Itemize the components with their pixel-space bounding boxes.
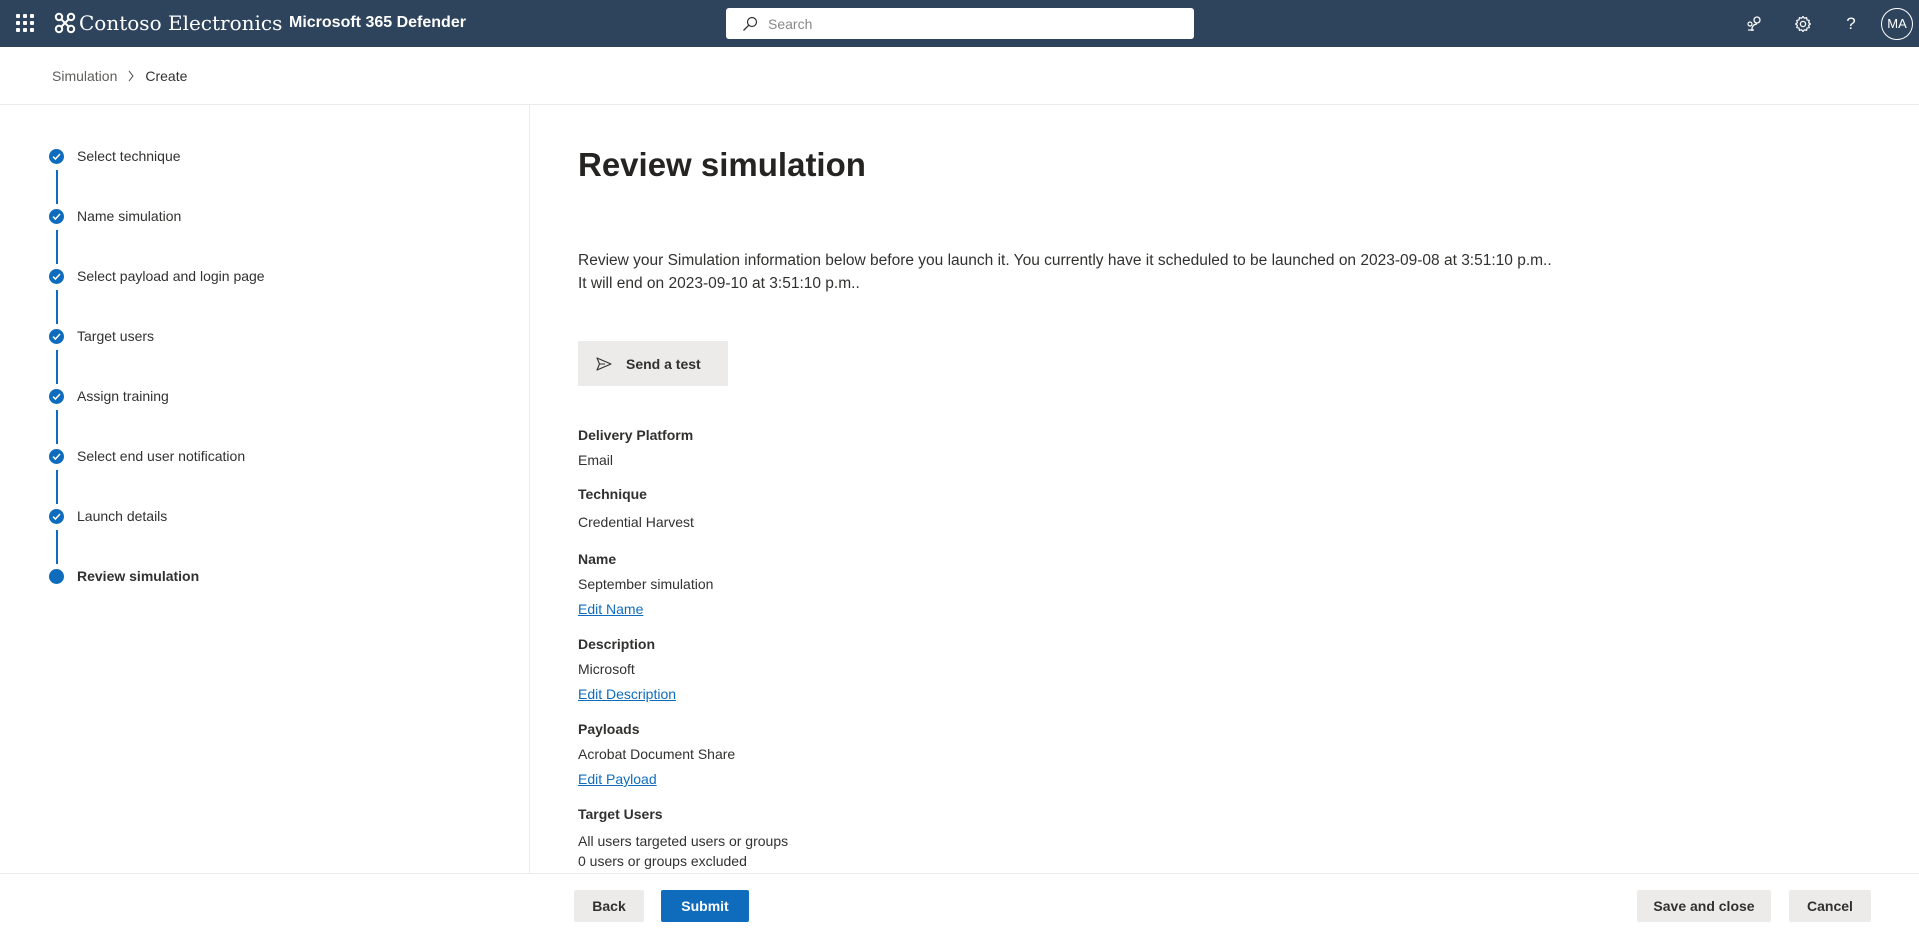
product-name[interactable]: Microsoft 365 Defender [289,14,466,32]
step-connector [56,290,58,324]
edit-payload-link[interactable]: Edit Payload [578,771,657,787]
brand-name: Contoso Electronics [79,11,283,35]
breadcrumb-bar: Simulation Create [0,47,1919,105]
name-label: Name [578,551,617,567]
delivery-platform-value: Email [578,452,614,468]
brand[interactable]: Contoso Electronics [54,11,282,35]
technique-value: Credential Harvest [578,514,694,530]
step-label: Review simulation [77,568,200,584]
help-icon[interactable]: ? [1827,0,1875,47]
step-label: Select payload and login page [77,268,265,284]
step-complete-check-icon [49,208,64,224]
description-value: Microsoft [578,661,635,677]
step-connector [56,410,58,444]
send-a-test-button[interactable]: Send a test [578,341,728,386]
cancel-button[interactable]: Cancel [1789,890,1871,922]
step-review-simulation[interactable]: Review simulation [49,568,199,584]
search-icon [742,16,758,32]
step-launch-details[interactable]: Launch details [49,508,167,524]
step-label: Select technique [77,148,181,164]
step-connector [56,230,58,264]
send-icon [596,356,612,371]
footer-actions: Back Submit Save and close Cancel [0,873,1919,938]
step-target-users[interactable]: Target users [49,328,154,344]
step-label: Assign training [77,388,169,404]
breadcrumb: Simulation Create [52,68,187,84]
search-box[interactable] [726,8,1194,39]
step-end-user-notification[interactable]: Select end user notification [49,448,245,464]
settings-gear-icon[interactable] [1779,0,1827,47]
step-connector [56,170,58,204]
page-title: Review simulation [578,146,866,183]
step-complete-check-icon [49,448,64,464]
target-users-excluded: 0 users or groups excluded [578,853,747,869]
avatar[interactable]: MA [1881,7,1913,40]
back-button[interactable]: Back [574,890,644,922]
step-connector [56,350,58,384]
name-value: September simulation [578,576,714,592]
review-panel: Review simulation Review your Simulation… [578,105,1878,873]
app-launcher-icon[interactable] [16,14,34,32]
target-users-included: All users targeted users or groups [578,833,789,849]
step-name-simulation[interactable]: Name simulation [49,208,181,224]
step-current-dot-icon [49,568,64,584]
step-label: Target users [77,328,155,344]
step-select-payload[interactable]: Select payload and login page [49,268,265,284]
edit-name-link[interactable]: Edit Name [578,601,643,617]
payloads-label: Payloads [578,721,640,737]
step-complete-check-icon [49,268,64,284]
description-label: Description [578,636,656,652]
submit-button[interactable]: Submit [661,890,749,922]
target-users-label: Target Users [578,806,663,822]
top-bar: Contoso Electronics Microsoft 365 Defend… [0,0,1919,47]
payloads-value: Acrobat Document Share [578,746,736,762]
step-connector [56,530,58,564]
delivery-platform-label: Delivery Platform [578,427,694,443]
contoso-logo-icon [54,12,76,34]
wizard-steps: Select technique Name simulation Select … [0,105,530,873]
search-input[interactable] [768,15,1168,32]
step-complete-check-icon [49,508,64,524]
breadcrumb-create: Create [145,68,188,84]
step-connector [56,470,58,504]
community-icon[interactable] [1731,0,1779,47]
step-label: Launch details [77,508,168,524]
step-assign-training[interactable]: Assign training [49,388,169,404]
step-complete-check-icon [49,328,64,344]
breadcrumb-simulation[interactable]: Simulation [52,68,117,84]
review-intro: Review your Simulation information below… [578,252,1552,292]
step-complete-check-icon [49,388,64,404]
technique-label: Technique [578,486,647,502]
edit-description-link[interactable]: Edit Description [578,686,676,702]
step-label: Name simulation [77,208,182,224]
save-and-close-button[interactable]: Save and close [1637,890,1771,922]
send-a-test-label: Send a test [626,355,701,372]
step-select-technique[interactable]: Select technique [49,148,181,164]
chevron-right-icon [127,70,135,82]
step-complete-check-icon [49,148,64,164]
step-label: Select end user notification [77,448,246,464]
top-icons: ? MA [1731,0,1919,47]
